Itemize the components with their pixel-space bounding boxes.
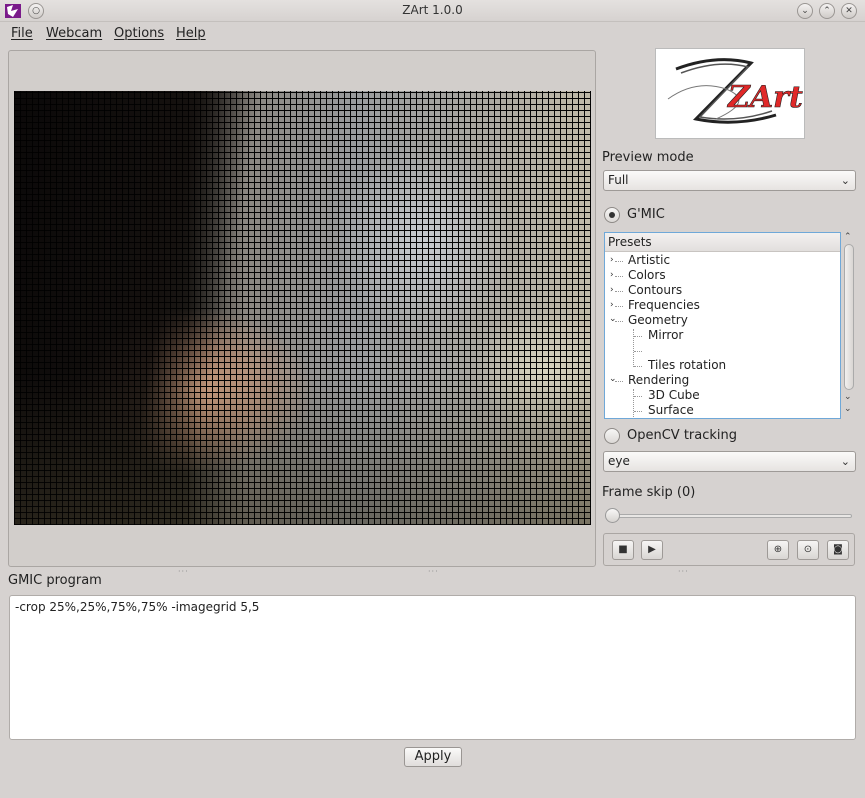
scroll-thumb[interactable]	[844, 244, 854, 390]
tree-item-3d-cube[interactable]: 3D Cube	[648, 388, 700, 403]
tree-connector	[634, 351, 642, 352]
tree-connector	[634, 396, 642, 397]
stop-icon: ■	[618, 544, 628, 555]
scroll-down-icon[interactable]: ⌄	[844, 392, 852, 402]
preview-mode-value: Full	[608, 173, 629, 187]
expand-arrow-icon[interactable]: ›	[610, 285, 614, 295]
presets-header[interactable]: Presets	[605, 233, 840, 252]
tree-connector	[615, 306, 623, 307]
preview-mode-label: Preview mode	[602, 150, 694, 165]
collapse-arrow-icon[interactable]: ⌄	[609, 374, 617, 384]
tree-connector	[615, 321, 623, 322]
splitter-handle[interactable]: ···	[178, 567, 189, 576]
webcam-preview-image	[14, 91, 591, 525]
scroll-up-icon[interactable]: ⌃	[844, 232, 852, 242]
tree-item-rendering[interactable]: Rendering	[628, 373, 689, 388]
chevron-down-icon: ⌄	[840, 174, 850, 187]
play-icon: ▶	[648, 544, 656, 555]
tree-connector	[615, 261, 623, 262]
maximize-button[interactable]: ⌃	[819, 3, 835, 19]
tree-item-surface[interactable]: Surface	[648, 403, 694, 418]
menu-file[interactable]: File	[11, 26, 33, 41]
camera-icon: ◙	[833, 544, 843, 555]
scroll-down-icon[interactable]: ⌄	[844, 404, 852, 414]
gmic-label: G'MIC	[627, 207, 665, 222]
presets-scrollbar[interactable]: ⌃ ⌄ ⌄	[843, 232, 856, 419]
zoom-original-icon: ⊙	[803, 544, 813, 555]
tree-connector	[633, 389, 634, 418]
zart-logo: ZArt	[655, 48, 805, 139]
menu-webcam[interactable]: Webcam	[46, 26, 102, 41]
tree-item-pixels[interactable]: Pixels	[648, 343, 682, 358]
tree-connector	[615, 381, 623, 382]
frame-skip-slider-handle[interactable]	[605, 508, 620, 523]
tree-item-contours[interactable]: Contours	[628, 283, 682, 298]
tree-connector	[634, 366, 642, 367]
opencv-label: OpenCV tracking	[627, 428, 738, 443]
expand-arrow-icon[interactable]: ›	[610, 270, 614, 280]
presets-tree[interactable]: Presets › Artistic › Colors › Contours ›…	[604, 232, 841, 419]
menu-bar: File Webcam Options Help	[0, 22, 865, 44]
collapse-arrow-icon[interactable]: ⌄	[609, 314, 617, 324]
frame-skip-label: Frame skip (0)	[602, 485, 696, 500]
tree-connector	[634, 336, 642, 337]
tree-item-tiles-rotation[interactable]: Tiles rotation	[648, 358, 726, 373]
gmic-program-editor[interactable]: -crop 25%,25%,75%,75% -imagegrid 5,5	[9, 595, 856, 740]
gmic-program-label: GMIC program	[8, 573, 102, 588]
preview-mode-select[interactable]: Full ⌄	[603, 170, 856, 191]
chevron-down-icon: ⌄	[840, 455, 850, 468]
expand-arrow-icon[interactable]: ›	[610, 255, 614, 265]
zoom-original-button[interactable]: ⊙	[797, 540, 819, 560]
gmic-program-text: -crop 25%,25%,75%,75% -imagegrid 5,5	[15, 600, 260, 614]
tree-connector	[633, 329, 634, 367]
tree-item-mirror[interactable]: Mirror	[648, 328, 683, 343]
expand-arrow-icon[interactable]: ›	[610, 300, 614, 310]
splitter-handle[interactable]: ···	[678, 567, 689, 576]
title-bar: ○ ZArt 1.0.0 ⌄ ⌃ ✕	[0, 0, 865, 22]
apply-button[interactable]: Apply	[404, 747, 462, 767]
tree-item-frequencies[interactable]: Frequencies	[628, 298, 700, 313]
close-button[interactable]: ✕	[841, 3, 857, 19]
splitter-handle[interactable]: ···	[428, 567, 439, 576]
frame-skip-slider-track[interactable]	[606, 514, 852, 518]
zoom-in-icon: ⊕	[773, 544, 783, 555]
gmic-radio[interactable]	[604, 207, 620, 223]
logo-text: ZArt	[727, 80, 803, 115]
menu-help[interactable]: Help	[176, 26, 206, 41]
stop-button[interactable]: ■	[612, 540, 634, 560]
minimize-button[interactable]: ⌄	[797, 3, 813, 19]
tree-item-geometry[interactable]: Geometry	[628, 313, 688, 328]
tree-item-colors[interactable]: Colors	[628, 268, 666, 283]
play-button[interactable]: ▶	[641, 540, 663, 560]
tracking-target-value: eye	[608, 454, 630, 468]
tracking-target-select[interactable]: eye ⌄	[603, 451, 856, 472]
snapshot-button[interactable]: ◙	[827, 540, 849, 560]
opencv-radio[interactable]	[604, 428, 620, 444]
tree-connector	[634, 411, 642, 412]
window-title: ZArt 1.0.0	[402, 3, 463, 17]
tree-connector	[615, 276, 623, 277]
zoom-in-button[interactable]: ⊕	[767, 540, 789, 560]
tree-item-artistic[interactable]: Artistic	[628, 253, 670, 268]
tree-connector	[615, 291, 623, 292]
menu-options[interactable]: Options	[114, 26, 164, 41]
